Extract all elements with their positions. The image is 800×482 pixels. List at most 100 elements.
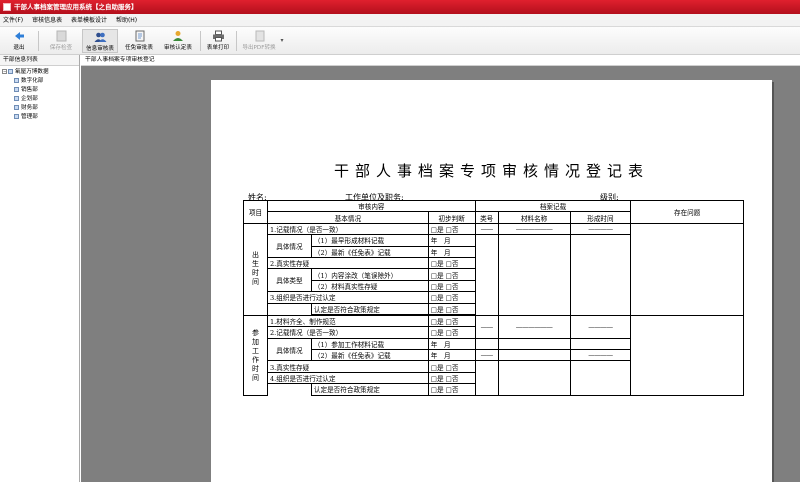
issues-cell[interactable] (630, 314, 744, 397)
yes-no-checkbox[interactable]: □是 □否 (427, 222, 476, 236)
yes-no-checkbox[interactable]: □是 □否 (427, 291, 476, 304)
yes-no-checkbox[interactable]: □是 □否 (427, 326, 476, 339)
archive-cell[interactable] (474, 360, 499, 397)
archive-cell[interactable] (569, 360, 632, 397)
yes-no-checkbox[interactable]: □是 □否 (427, 268, 476, 281)
tree-item[interactable]: 企划部 (2, 95, 79, 104)
archive-cell[interactable] (474, 234, 499, 316)
category-dash: —— (474, 222, 499, 236)
section-work-label: 参加工作时间 (243, 314, 268, 397)
users-icon (94, 32, 106, 42)
appoint-review-button[interactable]: 任免审批表 (121, 29, 157, 53)
department-icon (14, 105, 19, 110)
department-icon (14, 87, 19, 92)
chevron-down-icon[interactable]: ▾ (278, 29, 286, 53)
year-month-field[interactable]: 年 月 (427, 234, 476, 247)
header-category: 类号 (474, 211, 499, 224)
header-review-content: 审核内容 (266, 199, 476, 213)
archive-cell[interactable] (497, 349, 571, 362)
table-row-label: 2.记载情况（是否一致） (266, 326, 429, 339)
table-row-label: （1）参加工作材料记载 (310, 337, 429, 351)
section-birth-label: 出生时间 (243, 222, 268, 316)
toolbar: 退出 保存检查 信息审核表 任免审批表 审核认定表 表单打印 导出PDF转换 ▾ (0, 27, 800, 55)
app-title: 干部人事档案管理应用系统【之自助服务】 (14, 3, 138, 11)
department-icon (14, 114, 19, 119)
table-row-group: 具体类型 (266, 268, 312, 293)
tree-item[interactable]: 数字化部 (2, 77, 79, 86)
pdf-icon (255, 30, 264, 42)
header-item: 项目 (243, 200, 268, 224)
yes-no-checkbox[interactable]: □是 □否 (427, 360, 476, 373)
save-check-button[interactable]: 保存检查 (44, 29, 78, 53)
user-check-icon (172, 31, 183, 41)
table-row-label: （1）最早形成材料记载 (310, 234, 429, 247)
yes-no-checkbox[interactable]: □是 □否 (427, 279, 476, 293)
archive-cell[interactable] (497, 234, 571, 316)
toolbar-separator (38, 31, 39, 51)
time-dash: ———— (569, 349, 632, 362)
archive-cell[interactable] (497, 360, 571, 397)
table-row-label: 2.真实性存疑 (266, 256, 429, 270)
year-month-field[interactable]: 年 月 (427, 245, 476, 258)
table-row-group: 具体情况 (266, 337, 312, 362)
menu-review-info[interactable]: 审核信息表 (32, 17, 62, 24)
yes-no-checkbox[interactable]: □是 □否 (427, 383, 476, 396)
info-review-button[interactable]: 信息审核表 (82, 29, 118, 53)
document-icon (135, 30, 144, 42)
yes-no-checkbox[interactable]: □是 □否 (427, 314, 476, 328)
tree-root[interactable]: − 氧屋万博数据 (2, 68, 79, 77)
toolbar-separator (236, 31, 237, 51)
form-print-button[interactable]: 表单打印 (204, 29, 232, 53)
year-month-field[interactable]: 年 月 (427, 349, 476, 362)
table-row-group: 具体情况 (266, 234, 312, 258)
header-initial: 初步判断 (427, 211, 476, 224)
table-row-label: 认定是否符合政策规定 (310, 383, 429, 396)
yes-no-checkbox[interactable]: □是 □否 (427, 371, 476, 385)
header-issues: 存在问题 (630, 200, 744, 224)
menu-bar: 文件(F) 审核信息表 表单模板设计 帮助(H) (0, 14, 800, 27)
header-material-name: 材料名称 (497, 211, 571, 224)
yes-no-checkbox[interactable]: □是 □否 (427, 302, 476, 315)
menu-help[interactable]: 帮助(H) (116, 17, 137, 24)
menu-template-design[interactable]: 表单模板设计 (71, 17, 107, 24)
table-row-label: 3.真实性存疑 (266, 360, 429, 373)
app-icon (3, 3, 11, 11)
archive-cell[interactable] (569, 234, 632, 316)
table-row-label: 1.材料齐全、制作规范 (266, 314, 429, 328)
category-dash: —— (474, 349, 499, 362)
review-confirm-button[interactable]: 审核认定表 (160, 29, 196, 53)
tree-item[interactable]: 管理部 (2, 113, 79, 122)
department-icon (14, 96, 19, 101)
table-row-label: 认定是否符合政策规定 (310, 302, 429, 315)
material-dash: —————— (497, 222, 571, 236)
issues-cell[interactable] (630, 222, 744, 316)
archive-cell[interactable] (569, 337, 632, 351)
header-archive-record: 档案记载 (474, 199, 632, 213)
year-month-field[interactable]: 年 月 (427, 337, 476, 351)
tree-item[interactable]: 财务部 (2, 104, 79, 113)
register-table: 项目 审核内容 档案记载 存在问题 基本情况 初步判断 类号 材料名称 形成时间… (243, 199, 744, 397)
yes-no-checkbox[interactable]: □是 □否 (427, 256, 476, 270)
archive-cell[interactable] (474, 337, 499, 351)
blank-cell (266, 302, 312, 315)
table-row-label: 4.组织是否进行过认定 (266, 371, 429, 385)
menu-file[interactable]: 文件(F) (3, 17, 23, 24)
table-row-label: （1）内容涂改（笔误除外） (310, 268, 429, 281)
title-bar: 干部人事档案管理应用系统【之自助服务】 (0, 0, 800, 14)
time-dash: ———— (569, 314, 632, 339)
header-formed-time: 形成时间 (569, 211, 632, 224)
exit-button[interactable]: 退出 (4, 29, 34, 53)
material-dash: —————— (497, 314, 571, 339)
document-tab[interactable]: 干部人事档案专项审核登记 (81, 55, 800, 66)
collapse-icon[interactable]: − (2, 69, 7, 74)
cadre-tree: − 氧屋万博数据 数字化部 销售部 企划部 财务部 管理部 (0, 66, 79, 122)
export-pdf-button[interactable]: 导出PDF转换 (240, 29, 278, 53)
table-row-label: （2）最新《任免表》记载 (310, 245, 429, 258)
tree-item[interactable]: 销售部 (2, 86, 79, 95)
document-viewer: 干部人事档案专项审核情况登记表 姓名: 工作单位及职务: 级别: 项目 审核内容… (81, 66, 800, 482)
department-icon (14, 78, 19, 83)
archive-cell[interactable] (497, 337, 571, 351)
left-panel: 干部信息列表 − 氧屋万博数据 数字化部 销售部 企划部 财务部 管理部 (0, 55, 80, 482)
exit-icon (14, 32, 24, 40)
printer-icon (212, 30, 224, 42)
